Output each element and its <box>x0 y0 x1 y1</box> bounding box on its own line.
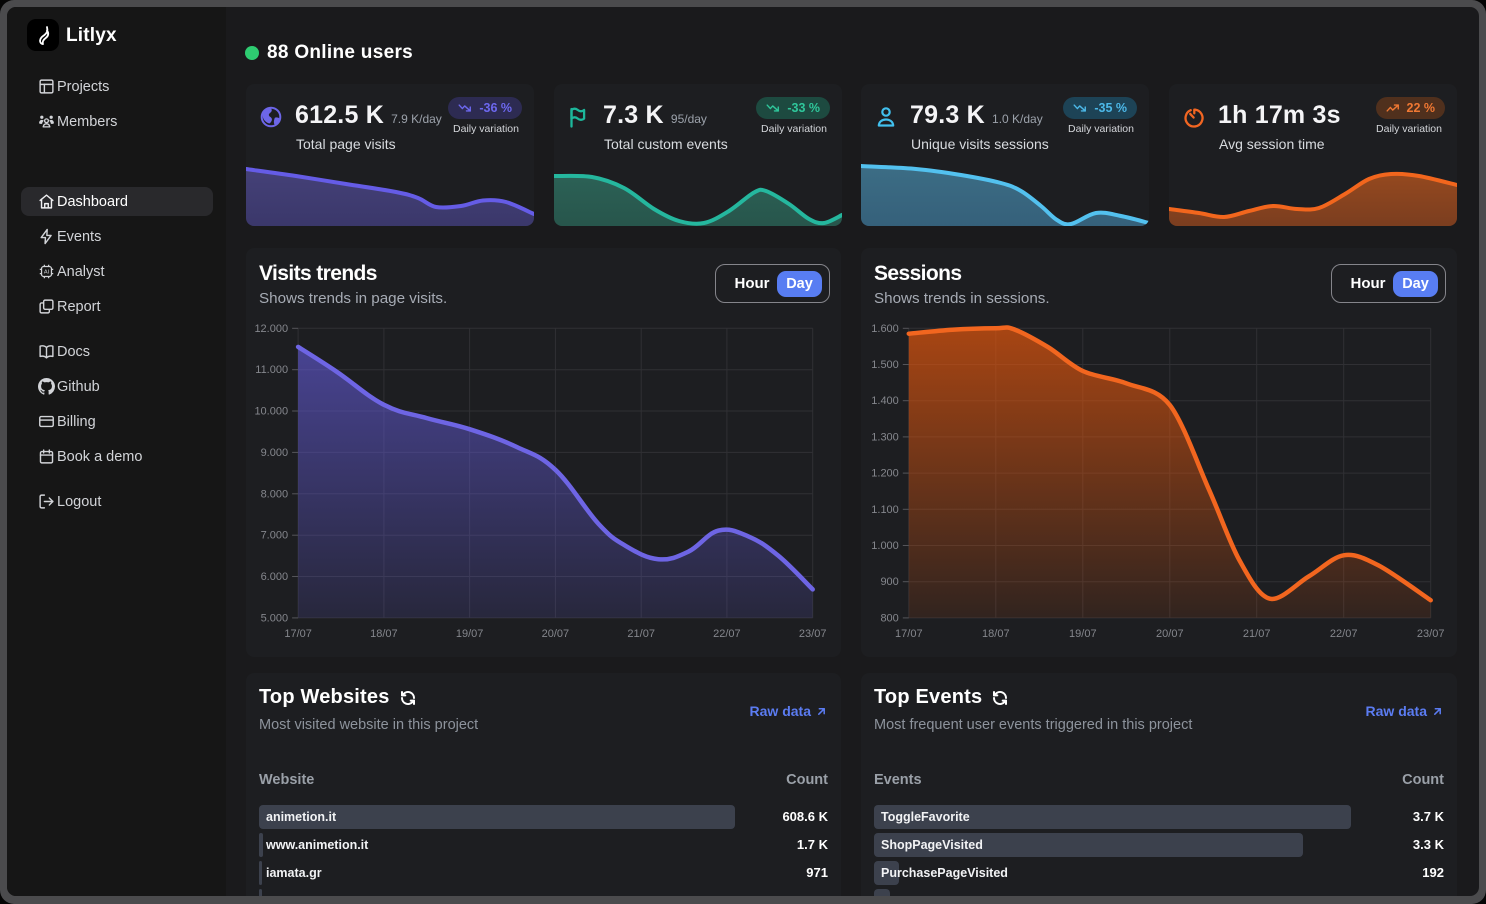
svg-text:8.000: 8.000 <box>261 488 289 500</box>
svg-text:5.000: 5.000 <box>261 612 289 624</box>
svg-text:21/07: 21/07 <box>1243 628 1271 640</box>
svg-text:1.000: 1.000 <box>871 540 899 552</box>
svg-text:12.000: 12.000 <box>254 323 288 335</box>
svg-text:17/07: 17/07 <box>895 628 923 640</box>
svg-text:1.200: 1.200 <box>871 468 899 480</box>
svg-text:18/07: 18/07 <box>370 628 398 640</box>
svg-text:1.300: 1.300 <box>871 431 899 443</box>
svg-text:6.000: 6.000 <box>261 571 289 583</box>
svg-text:900: 900 <box>880 576 898 588</box>
svg-text:20/07: 20/07 <box>1156 628 1184 640</box>
svg-text:1.600: 1.600 <box>871 323 899 335</box>
svg-text:20/07: 20/07 <box>542 628 570 640</box>
svg-text:9.000: 9.000 <box>261 447 289 459</box>
svg-text:21/07: 21/07 <box>627 628 655 640</box>
svg-text:800: 800 <box>880 612 898 624</box>
svg-text:AI: AI <box>44 270 50 276</box>
svg-text:19/07: 19/07 <box>1069 628 1097 640</box>
svg-text:17/07: 17/07 <box>284 628 312 640</box>
svg-text:22/07: 22/07 <box>713 628 741 640</box>
svg-text:23/07: 23/07 <box>799 628 827 640</box>
svg-text:10.000: 10.000 <box>254 406 288 418</box>
svg-text:1.500: 1.500 <box>871 359 899 371</box>
svg-text:23/07: 23/07 <box>1417 628 1445 640</box>
svg-text:1.400: 1.400 <box>871 395 899 407</box>
svg-text:11.000: 11.000 <box>255 364 288 376</box>
svg-text:1.100: 1.100 <box>871 504 899 516</box>
svg-text:22/07: 22/07 <box>1330 628 1358 640</box>
svg-text:18/07: 18/07 <box>982 628 1010 640</box>
svg-text:7.000: 7.000 <box>261 530 289 542</box>
svg-text:19/07: 19/07 <box>456 628 484 640</box>
